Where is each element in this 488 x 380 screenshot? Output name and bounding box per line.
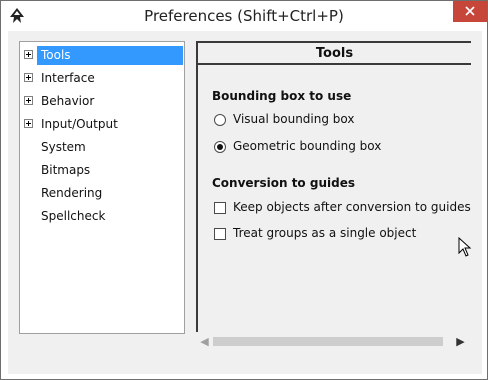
preferences-window: Preferences (Shift+Ctrl+P) Tools Interfa… [0, 0, 488, 380]
horizontal-scrollbar[interactable]: ◀ ▶ [196, 332, 471, 351]
tree-item-input-output[interactable]: Input/Output [20, 114, 184, 134]
tree-item-label: Behavior [41, 94, 95, 108]
expand-icon[interactable] [24, 73, 33, 82]
keep-objects-checkbox[interactable]: Keep objects after conversion to guides [212, 199, 471, 217]
tree-item-label: System [41, 140, 86, 154]
visual-bbox-radio[interactable]: Visual bounding box [212, 111, 412, 129]
checkbox[interactable] [214, 202, 226, 214]
radio-button-selected[interactable] [214, 141, 226, 153]
mouse-cursor-icon [458, 237, 472, 257]
checkbox[interactable] [214, 228, 226, 240]
tree-item-label: Bitmaps [41, 163, 91, 177]
expand-icon[interactable] [24, 119, 33, 128]
geometric-bbox-radio[interactable]: Geometric bounding box [212, 138, 412, 156]
page-header: Tools [198, 43, 471, 65]
tree-item-interface[interactable]: Interface [20, 68, 184, 88]
preferences-page: Tools Bounding box to use Visual boundin… [196, 41, 471, 336]
scrollbar-thumb[interactable] [213, 337, 443, 346]
radio-button[interactable] [214, 114, 226, 126]
tree-item-bitmaps[interactable]: Bitmaps [20, 160, 184, 180]
close-button[interactable] [453, 1, 487, 22]
bounding-box-heading: Bounding box to use [212, 89, 352, 103]
preferences-tree[interactable]: Tools Interface Behavior Input/Output Sy… [19, 41, 185, 334]
tree-item-spellcheck[interactable]: Spellcheck [20, 206, 184, 226]
tree-item-label: Input/Output [41, 117, 118, 131]
title-bar[interactable]: Preferences (Shift+Ctrl+P) [1, 1, 487, 31]
scroll-left-icon[interactable]: ◀ [196, 332, 213, 351]
expand-icon[interactable] [24, 50, 33, 59]
treat-groups-checkbox[interactable]: Treat groups as a single object [212, 225, 462, 243]
conversion-heading: Conversion to guides [212, 176, 355, 190]
scroll-right-icon[interactable]: ▶ [452, 332, 469, 351]
option-label: Treat groups as a single object [233, 226, 417, 240]
window-title: Preferences (Shift+Ctrl+P) [144, 7, 344, 25]
tree-item-label: Rendering [41, 186, 103, 200]
tree-item-system[interactable]: System [20, 137, 184, 157]
dialog-body: Tools Interface Behavior Input/Output Sy… [8, 31, 482, 374]
tree-item-label: Tools [37, 46, 183, 65]
page-title: Tools [315, 46, 354, 61]
close-icon [465, 6, 475, 16]
tree-item-tools[interactable]: Tools [20, 45, 184, 65]
tree-item-label: Spellcheck [41, 209, 106, 223]
option-label: Geometric bounding box [233, 139, 382, 153]
option-label: Keep objects after conversion to guides [233, 200, 471, 214]
tree-item-rendering[interactable]: Rendering [20, 183, 184, 203]
tree-item-behavior[interactable]: Behavior [20, 91, 184, 111]
option-label: Visual bounding box [233, 112, 355, 126]
tree-item-label: Interface [41, 71, 95, 85]
expand-icon[interactable] [24, 96, 33, 105]
